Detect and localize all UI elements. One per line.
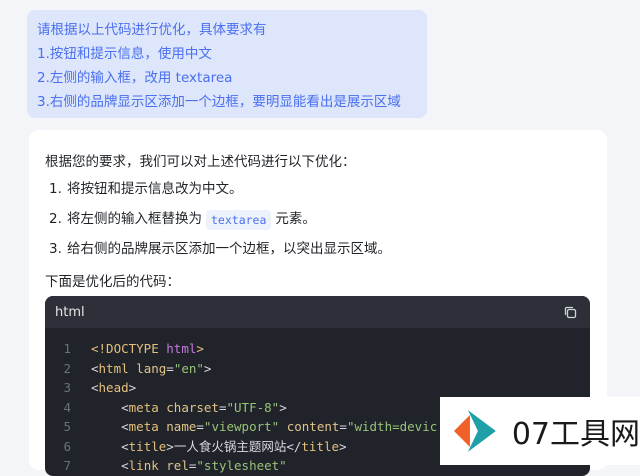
list-number: 1. [49,181,62,197]
line-number: 6 [63,438,71,454]
code-text: <link rel="stylesheet" [121,458,287,473]
line-number: 3 [63,380,71,395]
list-text: 给右侧的品牌展示区添加一个边框，以突出显示区域。 [67,241,391,257]
code-intro-text: 下面是优化后的代码： [45,274,180,290]
list-number: 3. [49,241,62,257]
watermark: 07工具网 [440,397,640,465]
inline-code: textarea [206,210,272,230]
user-message-line: 请根据以上代码进行优化，具体要求有 [37,22,267,38]
list-item: 3. 给右侧的品牌展示区添加一个边框，以突出显示区域。 [49,240,391,270]
list-text: 将左侧的输入框替换为 [67,211,202,227]
line-number: 2 [63,360,71,376]
list-text: 将按钮和提示信息改为中文。 [67,181,243,197]
user-message-line: 2.左侧的输入框，改用 textarea [37,70,233,86]
line-number: 5 [63,419,71,434]
code-text: <!DOCTYPE html> [91,341,204,356]
list-item: 2. 将左侧的输入框替换为 textarea 元素。 [49,210,391,240]
code-block-header: html [45,296,590,328]
line-number: 7 [63,458,71,473]
user-message-line: 1.按钮和提示信息，使用中文 [37,46,212,62]
watermark-logo-icon [453,410,496,452]
code-line: 2 <html lang="en"> [45,359,590,379]
line-number: 4 [63,399,71,415]
list-number: 2. [49,211,62,227]
copy-icon[interactable] [562,304,578,320]
list-text: 元素。 [275,211,316,227]
list-item: 1. 将按钮和提示信息改为中文。 [49,180,391,210]
user-message-line: 3.右侧的品牌显示区添加一个边框，要明显能看出是展示区域 [37,94,401,110]
answer-list: 1. 将按钮和提示信息改为中文。 2. 将左侧的输入框替换为 textarea … [49,180,391,270]
code-language-label: html [55,304,85,320]
code-line: 1 <!DOCTYPE html> [45,339,590,359]
code-text: <title>一人食火锅主题网站</title> [121,438,347,454]
code-text: <head> [91,380,137,395]
user-message-bubble: 请根据以上代码进行优化，具体要求有 1.按钮和提示信息，使用中文 2.左侧的输入… [27,10,427,118]
code-text: <meta charset="UTF-8"> [121,399,287,415]
line-number: 1 [63,341,71,356]
watermark-text: 07工具网 [511,417,640,452]
code-text: <meta name="viewport" content="width=dev… [121,419,438,434]
code-line: 3 <head> [45,378,590,398]
answer-intro: 根据您的要求，我们可以对上述代码进行以下优化： [45,154,356,170]
code-text: <html lang="en"> [91,360,212,376]
